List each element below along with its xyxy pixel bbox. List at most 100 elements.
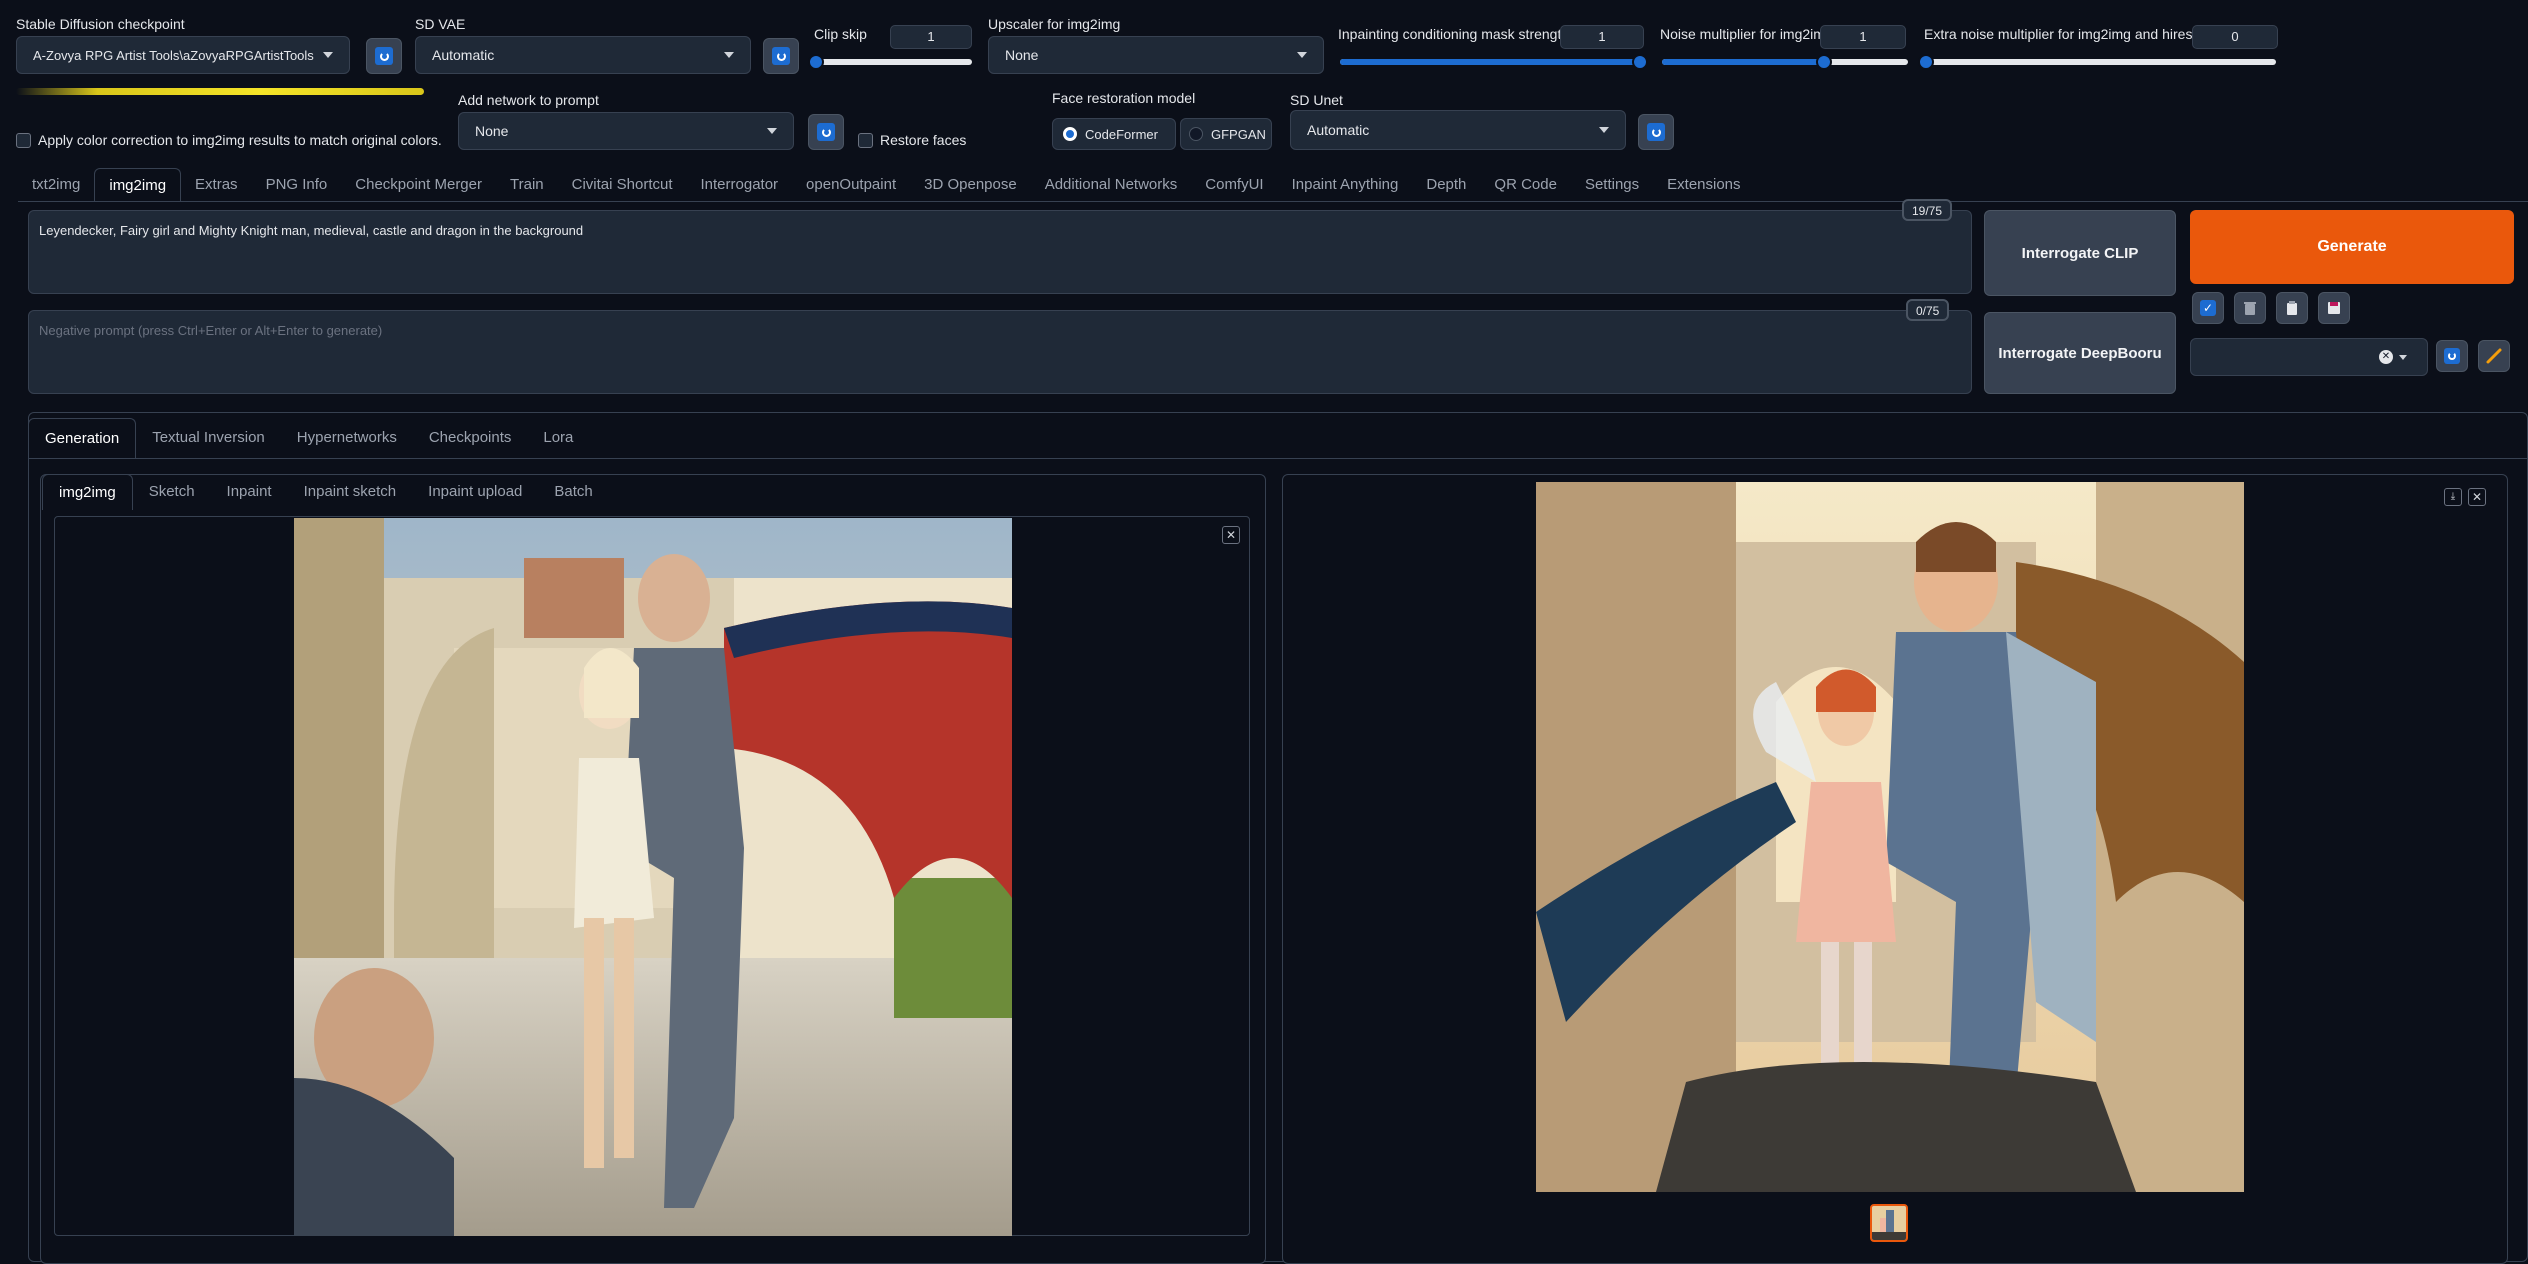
tab-settings[interactable]: Settings xyxy=(1571,168,1653,202)
tab-png-info[interactable]: PNG Info xyxy=(252,168,342,202)
refresh-icon xyxy=(2444,348,2460,364)
tab-inpaint-sketch[interactable]: Inpaint sketch xyxy=(288,474,413,510)
mask-strength-label: Inpainting conditioning mask strength xyxy=(1338,26,1570,42)
tab-hypernetworks[interactable]: Hypernetworks xyxy=(281,418,413,458)
tab-extensions[interactable]: Extensions xyxy=(1653,168,1754,202)
interrogate-clip-button[interactable]: Interrogate CLIP xyxy=(1984,210,2176,296)
read-generation-params-button[interactable]: ✓ xyxy=(2192,292,2224,324)
tab-qr-code[interactable]: QR Code xyxy=(1480,168,1571,202)
interrogate-deepbooru-button[interactable]: Interrogate DeepBooru xyxy=(1984,312,2176,394)
chevron-down-icon xyxy=(2399,355,2407,360)
tab-inpaint-anything[interactable]: Inpaint Anything xyxy=(1278,168,1413,202)
edit-styles-button[interactable] xyxy=(2478,340,2510,372)
tab-3d-openpose[interactable]: 3D Openpose xyxy=(910,168,1031,202)
mask-strength-input[interactable]: 1 xyxy=(1560,25,1644,49)
pencil-icon xyxy=(2486,348,2502,364)
tab-sketch[interactable]: Sketch xyxy=(133,474,211,510)
checkpoint-value: A-Zovya RPG Artist Tools\aZovyaRPGArtist… xyxy=(33,47,314,63)
tab-inpaint[interactable]: Inpaint xyxy=(211,474,288,510)
chevron-down-icon xyxy=(323,52,333,58)
tab-inpaint-upload[interactable]: Inpaint upload xyxy=(412,474,538,510)
gallery-thumbnail[interactable] xyxy=(1870,1204,1908,1242)
close-icon[interactable]: ✕ xyxy=(2379,350,2393,364)
tab-train[interactable]: Train xyxy=(496,168,558,202)
styles-refresh-button[interactable] xyxy=(2436,340,2468,372)
tab-lora[interactable]: Lora xyxy=(527,418,589,458)
clipboard-icon xyxy=(2287,301,2297,315)
trash-icon xyxy=(2244,302,2256,315)
styles-dropdown[interactable]: ✕ xyxy=(2190,338,2428,376)
vae-refresh-button[interactable] xyxy=(763,38,799,74)
upscaler-dropdown[interactable]: None xyxy=(988,36,1324,74)
add-network-dropdown[interactable]: None xyxy=(458,112,794,150)
face-restoration-gfpgan[interactable]: GFPGAN xyxy=(1180,118,1272,150)
tab-divider xyxy=(18,201,2528,202)
output-image-art xyxy=(1536,482,2244,1192)
color-correction-checkbox[interactable] xyxy=(16,133,31,148)
extra-noise-slider[interactable] xyxy=(1918,54,2276,70)
refresh-icon xyxy=(1647,123,1665,141)
mask-strength-slider[interactable] xyxy=(1340,54,1648,70)
close-icon[interactable]: ✕ xyxy=(1222,526,1240,544)
sd-unet-value: Automatic xyxy=(1307,122,1370,138)
noise-multiplier-label: Noise multiplier for img2img xyxy=(1660,26,1833,42)
clip-skip-slider[interactable] xyxy=(808,54,972,70)
negative-prompt-token-counter: 0/75 xyxy=(1906,299,1950,321)
close-icon[interactable]: ✕ xyxy=(2468,488,2486,506)
tab-generation[interactable]: Generation xyxy=(28,418,137,458)
restore-faces-label: Restore faces xyxy=(880,132,967,148)
checkpoint-dropdown[interactable]: A-Zovya RPG Artist Tools\aZovyaRPGArtist… xyxy=(16,36,350,74)
upscaler-label: Upscaler for img2img xyxy=(988,16,1121,32)
thumbnail-art xyxy=(1872,1206,1906,1240)
extra-noise-label: Extra noise multiplier for img2img and h… xyxy=(1924,26,2211,42)
sd-unet-dropdown[interactable]: Automatic xyxy=(1290,110,1626,150)
generation-tab-divider xyxy=(28,458,2528,459)
source-image xyxy=(294,518,1012,1236)
negative-prompt-placeholder: Negative prompt (press Ctrl+Enter or Alt… xyxy=(39,323,383,338)
restore-faces-checkbox[interactable] xyxy=(858,133,873,148)
add-network-refresh-button[interactable] xyxy=(808,114,844,150)
noise-multiplier-input[interactable]: 1 xyxy=(1820,25,1906,49)
tab-batch[interactable]: Batch xyxy=(538,474,608,510)
vae-label: SD VAE xyxy=(415,16,466,32)
tab-comfyui[interactable]: ComfyUI xyxy=(1191,168,1277,202)
download-icon[interactable]: ⤓ xyxy=(2444,488,2462,506)
source-image-art xyxy=(294,518,1012,1236)
clip-skip-label: Clip skip xyxy=(814,26,867,42)
tab-textual-inversion[interactable]: Textual Inversion xyxy=(136,418,281,458)
tab-checkpoint-merger[interactable]: Checkpoint Merger xyxy=(341,168,496,202)
radio-unselected-icon xyxy=(1189,127,1203,141)
tab-img2img[interactable]: img2img xyxy=(94,168,182,202)
clip-skip-input[interactable]: 1 xyxy=(890,25,972,49)
tab-extras[interactable]: Extras xyxy=(181,168,252,202)
add-network-label: Add network to prompt xyxy=(458,92,599,108)
refresh-icon xyxy=(772,47,790,65)
extra-noise-input[interactable]: 0 xyxy=(2192,25,2278,49)
apply-styles-button[interactable] xyxy=(2276,292,2308,324)
prompt-input[interactable]: Leyendecker, Fairy girl and Mighty Knigh… xyxy=(28,210,1972,294)
save-style-button[interactable] xyxy=(2318,292,2350,324)
face-restoration-codeformer[interactable]: CodeFormer xyxy=(1052,118,1176,150)
tab-openoutpaint[interactable]: openOutpaint xyxy=(792,168,910,202)
tab-txt2img[interactable]: txt2img xyxy=(18,168,94,202)
generation-tab-bar: Generation Textual Inversion Hypernetwor… xyxy=(28,418,589,458)
refresh-icon xyxy=(817,123,835,141)
generate-button[interactable]: Generate xyxy=(2190,210,2514,284)
negative-prompt-input[interactable]: Negative prompt (press Ctrl+Enter or Alt… xyxy=(28,310,1972,394)
checkpoint-refresh-button[interactable] xyxy=(366,38,402,74)
vae-dropdown[interactable]: Automatic xyxy=(415,36,751,74)
clear-prompt-button[interactable] xyxy=(2234,292,2266,324)
tab-checkpoints[interactable]: Checkpoints xyxy=(413,418,528,458)
radio-selected-icon xyxy=(1063,127,1077,141)
codeformer-label: CodeFormer xyxy=(1085,126,1158,142)
tab-img2img-mode[interactable]: img2img xyxy=(42,474,133,510)
tab-interrogator[interactable]: Interrogator xyxy=(687,168,793,202)
sd-unet-refresh-button[interactable] xyxy=(1638,114,1674,150)
noise-multiplier-slider[interactable] xyxy=(1662,54,1908,70)
tab-depth[interactable]: Depth xyxy=(1412,168,1480,202)
image-mode-tab-bar: img2img Sketch Inpaint Inpaint sketch In… xyxy=(42,474,609,510)
tab-civitai-shortcut[interactable]: Civitai Shortcut xyxy=(558,168,687,202)
output-image[interactable] xyxy=(1536,482,2244,1192)
tab-additional-networks[interactable]: Additional Networks xyxy=(1031,168,1192,202)
chevron-down-icon xyxy=(724,52,734,58)
